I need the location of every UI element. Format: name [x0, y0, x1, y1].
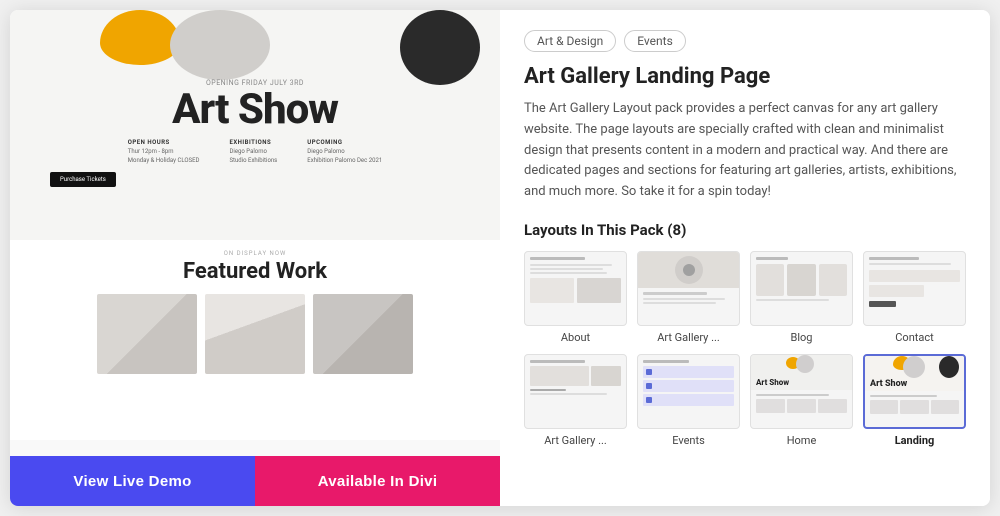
available-in-divi-button[interactable]: Available In Divi — [255, 456, 500, 506]
art-show-title: Art Show — [30, 89, 480, 131]
action-buttons: View Live Demo Available In Divi — [10, 456, 500, 506]
tags-row: Art & Design Events — [524, 30, 966, 52]
thumbnails-row — [30, 294, 480, 374]
layout-label-artgallery2: Art Gallery ... — [544, 434, 607, 447]
layout-thumb-events — [637, 354, 740, 429]
artwork-thumb-1 — [97, 294, 197, 374]
layout-thumb-artgallery — [637, 251, 740, 326]
layout-label-events: Events — [672, 434, 705, 447]
layout-thumb-artgallery2 — [524, 354, 627, 429]
layout-label-landing: Landing — [895, 434, 935, 447]
layouts-grid: About Art Gallery ... — [524, 251, 966, 447]
left-panel: OPENING FRIDAY JULY 3RD Art Show OPEN HO… — [10, 10, 500, 506]
layout-item-landing[interactable]: Art Show Landing — [863, 354, 966, 447]
upcoming-label: UPCOMING — [307, 139, 382, 146]
layout-label-artgallery: Art Gallery ... — [657, 331, 720, 344]
info-col-exhibitions: EXHIBITIONS Diego Palomo Studio Exhibiti… — [229, 139, 277, 164]
home-thumb-gray-shape — [796, 355, 814, 373]
layout-thumb-landing: Art Show — [863, 354, 966, 429]
artwork-thumb-2 — [205, 294, 305, 374]
layout-item-contact[interactable]: Contact — [863, 251, 966, 344]
exhibitions-val2: Studio Exhibitions — [229, 157, 277, 164]
page-top-content: OPENING FRIDAY JULY 3RD Art Show OPEN HO… — [30, 24, 480, 187]
right-panel: Art & Design Events Art Gallery Landing … — [500, 10, 990, 506]
exhibitions-val1: Diego Palomo — [229, 148, 277, 155]
page-title: Art Gallery Landing Page — [524, 64, 966, 89]
layouts-heading: Layouts In This Pack (8) — [524, 221, 966, 239]
landing-thumb-gray-shape — [903, 356, 925, 378]
layout-item-artgallery[interactable]: Art Gallery ... — [637, 251, 740, 344]
layout-item-about[interactable]: About — [524, 251, 627, 344]
preview-area: OPENING FRIDAY JULY 3RD Art Show OPEN HO… — [10, 10, 500, 456]
artwork-thumb-3 — [313, 294, 413, 374]
art-show-preview: OPENING FRIDAY JULY 3RD Art Show OPEN HO… — [10, 10, 500, 456]
layout-thumb-blog — [750, 251, 853, 326]
layout-item-events[interactable]: Events — [637, 354, 740, 447]
layout-label-about: About — [561, 331, 590, 344]
upcoming-val2: Exhibition Palomo Dec 2021 — [307, 157, 382, 164]
landing-thumb-title: Art Show — [870, 379, 907, 389]
layout-label-contact: Contact — [895, 331, 933, 344]
hours-label: OPEN HOURS — [128, 139, 200, 146]
hours-val1: Thur 12pm - 8pm — [128, 148, 200, 155]
layout-item-home[interactable]: Art Show Home — [750, 354, 853, 447]
info-row: OPEN HOURS Thur 12pm - 8pm Monday & Holi… — [30, 139, 480, 164]
on-display-label: ON DISPLAY NOW — [30, 250, 480, 257]
exhibitions-label: EXHIBITIONS — [229, 139, 277, 146]
layout-thumb-home: Art Show — [750, 354, 853, 429]
layout-label-blog: Blog — [791, 331, 813, 344]
layout-item-blog[interactable]: Blog — [750, 251, 853, 344]
purchase-btn-preview: Purchase Tickets — [50, 172, 116, 187]
landing-thumb-dark-shape — [939, 356, 959, 378]
upcoming-val1: Diego Palomo — [307, 148, 382, 155]
featured-work-title: Featured Work — [30, 259, 480, 284]
layout-label-home: Home — [787, 434, 817, 447]
page-bottom-preview: ON DISPLAY NOW Featured Work — [10, 240, 500, 440]
tag-events[interactable]: Events — [624, 30, 686, 52]
home-thumb-title: Art Show — [756, 378, 789, 387]
hours-val2: Monday & Holiday CLOSED — [128, 157, 200, 164]
layout-thumb-contact — [863, 251, 966, 326]
description-text: The Art Gallery Layout pack provides a p… — [524, 99, 966, 203]
layout-item-artgallery2[interactable]: Art Gallery ... — [524, 354, 627, 447]
page-top-preview: OPENING FRIDAY JULY 3RD Art Show OPEN HO… — [10, 10, 500, 240]
info-col-hours: OPEN HOURS Thur 12pm - 8pm Monday & Holi… — [128, 139, 200, 164]
layout-thumb-about — [524, 251, 627, 326]
tag-art-design[interactable]: Art & Design — [524, 30, 616, 52]
view-live-demo-button[interactable]: View Live Demo — [10, 456, 255, 506]
info-col-upcoming: UPCOMING Diego Palomo Exhibition Palomo … — [307, 139, 382, 164]
main-container: OPENING FRIDAY JULY 3RD Art Show OPEN HO… — [10, 10, 990, 506]
